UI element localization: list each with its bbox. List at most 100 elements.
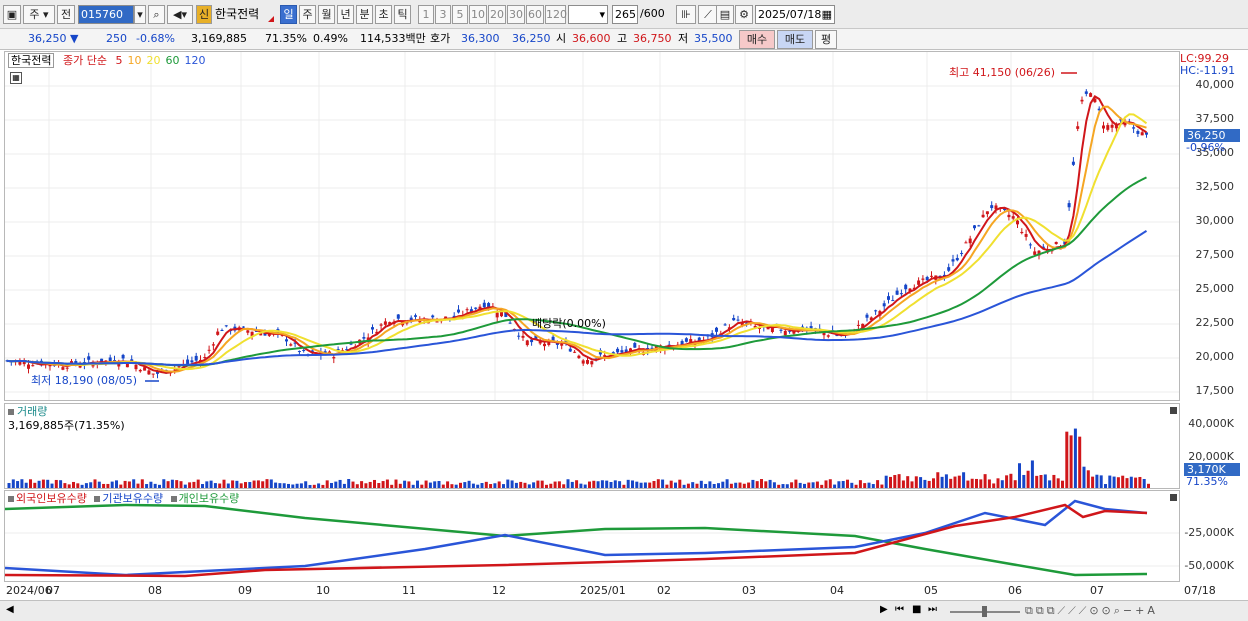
interval-button-6[interactable]: 60 xyxy=(526,5,544,24)
volume-bar xyxy=(940,476,944,488)
ask-price: 36,300 xyxy=(461,32,500,45)
period-tab-0[interactable]: 일 xyxy=(280,5,297,24)
volume-bar xyxy=(360,481,364,488)
volume-bar xyxy=(742,483,746,488)
volume-bar xyxy=(652,480,656,488)
custom-interval-select[interactable]: ▾ xyxy=(568,5,608,24)
eval-button[interactable]: 평 xyxy=(815,30,837,49)
volume-chart[interactable] xyxy=(5,404,1179,488)
candle-body xyxy=(1020,231,1024,234)
scroll-right-icon[interactable]: ▶ xyxy=(880,604,888,615)
interval-button-4[interactable]: 20 xyxy=(488,5,506,24)
type-select[interactable]: 전 xyxy=(57,5,75,24)
volume-bar xyxy=(351,481,355,488)
volume-bar xyxy=(1039,475,1043,488)
table-icon[interactable]: ▦ xyxy=(10,72,22,84)
sell-button[interactable]: 매도 xyxy=(777,30,813,49)
volume-bar xyxy=(1086,470,1090,488)
volume-bar xyxy=(1018,463,1021,488)
volume-bar xyxy=(248,482,252,488)
volume-bar xyxy=(20,479,24,488)
x-label: 12 xyxy=(492,584,506,597)
stock-code-input[interactable]: 015760 xyxy=(78,5,134,24)
candle-icon[interactable]: ⊪ xyxy=(676,5,696,24)
interval-button-7[interactable]: 120 xyxy=(545,5,567,24)
period-tab-2[interactable]: 월 xyxy=(318,5,335,24)
period-tab-1[interactable]: 주 xyxy=(299,5,316,24)
code-dropdown-icon[interactable]: ▾ xyxy=(134,5,146,24)
volume-bar xyxy=(1078,436,1082,488)
volume-bar xyxy=(411,484,415,488)
candle-body xyxy=(194,355,198,361)
date-input[interactable]: 2025/07/18 ▦ xyxy=(755,5,835,24)
volume-bar xyxy=(424,480,428,488)
scroll-bar[interactable]: ◀ ▶ ⏮ ■ ⏭ ⧉⧉⧉⟋⟋⟋⊙⊙⌕−+A xyxy=(0,600,1248,621)
forward-icon[interactable]: ⏭ xyxy=(928,604,937,615)
volume-bar xyxy=(265,479,269,488)
candle-body xyxy=(968,238,972,244)
volume-bar xyxy=(772,482,776,488)
volume-bar xyxy=(678,479,682,488)
volume-bar xyxy=(364,483,368,488)
volume-bar xyxy=(953,476,957,488)
volume-bar xyxy=(123,480,127,488)
candle-body xyxy=(581,360,585,364)
low-label: 저 xyxy=(678,32,689,45)
candle-body xyxy=(895,290,899,295)
volume-bar xyxy=(729,483,733,488)
interval-button-3[interactable]: 10 xyxy=(469,5,487,24)
interval-button-2[interactable]: 5 xyxy=(452,5,468,24)
price-legend: 한국전력 종가 단순 5 10 20 60 120 xyxy=(8,53,215,69)
zoom-handle[interactable] xyxy=(982,606,987,617)
stock-name: 한국전력 xyxy=(215,7,260,21)
stop-icon[interactable]: ■ xyxy=(912,604,921,615)
price-chart[interactable] xyxy=(5,52,1179,400)
volume-bar xyxy=(579,483,583,488)
volume-bar xyxy=(416,480,419,488)
gear-icon[interactable]: ⚙ xyxy=(735,5,753,24)
corner-flag-icon xyxy=(268,16,274,22)
open-price: 36,600 xyxy=(572,32,611,45)
volume-bar xyxy=(196,479,200,488)
x-end-label: 07/18 xyxy=(1184,584,1216,597)
volume-bar xyxy=(820,484,824,488)
rewind-icon[interactable]: ⏮ xyxy=(895,604,904,615)
period-tab-4[interactable]: 분 xyxy=(356,5,373,24)
period-tab-5[interactable]: 초 xyxy=(375,5,392,24)
volume-bar xyxy=(1108,475,1112,488)
interval-button-1[interactable]: 3 xyxy=(435,5,451,24)
calendar-icon[interactable]: ▦ xyxy=(822,6,832,23)
candle-body xyxy=(573,351,577,353)
volume-bar xyxy=(37,480,41,488)
scroll-left-icon[interactable]: ◀ xyxy=(6,604,14,615)
volume-bar xyxy=(893,475,897,488)
line-tool-icon[interactable]: ⟋ xyxy=(698,5,718,24)
volume-bar xyxy=(837,481,841,488)
volume-bar xyxy=(269,479,273,488)
period-tab-6[interactable]: 틱 xyxy=(394,5,411,24)
search-icon[interactable]: ⌕ xyxy=(148,5,165,24)
volume-bar xyxy=(342,483,346,488)
frequency-select[interactable]: 주 ▾ xyxy=(23,5,55,24)
volume-bar xyxy=(798,482,802,488)
count-input[interactable]: 265 xyxy=(612,5,638,24)
holding-legend: 외국인보유수량 기관보유수량 개인보유수량 xyxy=(8,491,239,507)
save-icon[interactable]: ▤ xyxy=(716,5,734,24)
speaker-icon[interactable]: ◀▾ xyxy=(167,5,193,24)
interval-button-0[interactable]: 1 xyxy=(418,5,434,24)
volume-bar xyxy=(889,476,892,488)
interval-button-5[interactable]: 30 xyxy=(507,5,525,24)
close-panel-icon[interactable] xyxy=(1170,494,1177,501)
period-tab-3[interactable]: 년 xyxy=(337,5,354,24)
hoga-label: 호가 xyxy=(430,32,451,45)
price-y-label: 17,500 xyxy=(1195,384,1235,397)
candle-body xyxy=(396,314,400,319)
candle-body xyxy=(925,276,929,281)
close-panel-icon[interactable] xyxy=(1170,407,1177,414)
buy-button[interactable]: 매수 xyxy=(739,30,775,49)
candle-body xyxy=(134,364,138,370)
drawing-tools-icon[interactable]: ⧉⧉⧉⟋⟋⟋⊙⊙⌕−+A xyxy=(1025,604,1158,618)
volume-bar xyxy=(235,480,239,488)
candle-body xyxy=(899,293,903,295)
chart-menu-icon[interactable]: ▣ xyxy=(3,5,21,24)
